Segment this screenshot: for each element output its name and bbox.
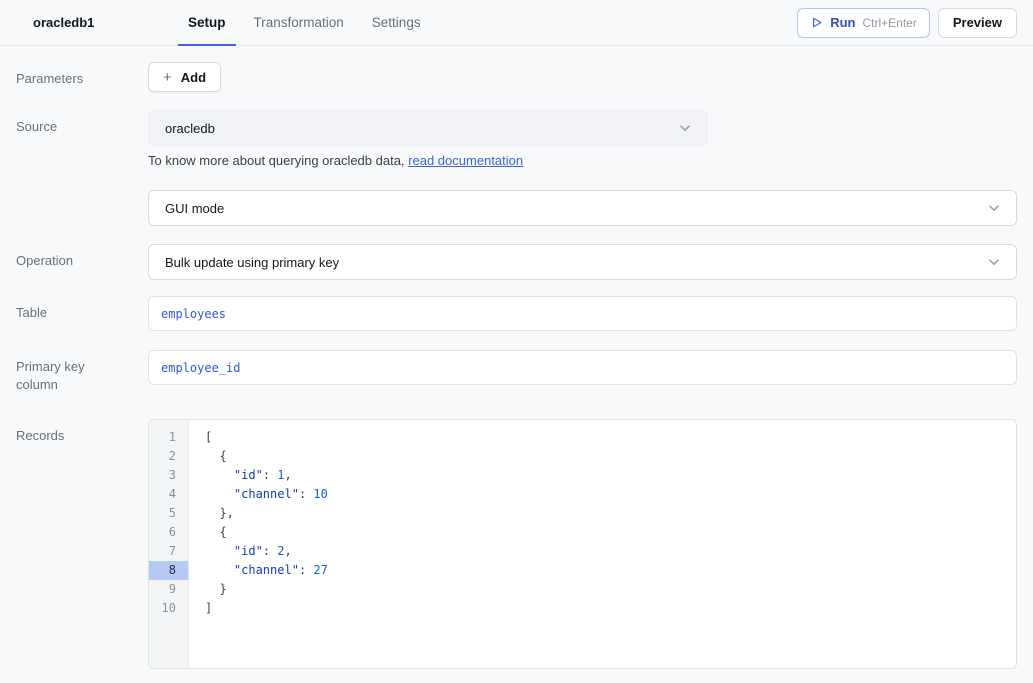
line-number: 9 (149, 580, 188, 599)
preview-button[interactable]: Preview (938, 8, 1017, 38)
tab-settings[interactable]: Settings (362, 0, 431, 45)
run-button[interactable]: Run Ctrl+Enter (797, 8, 930, 38)
helper-text: To know more about querying oracledb dat… (148, 153, 408, 168)
code-line[interactable]: { (205, 447, 1016, 466)
source-select[interactable]: oracledb (148, 110, 708, 146)
play-icon (810, 16, 823, 29)
primary-key-input[interactable] (148, 350, 1017, 385)
records-label: Records (16, 419, 116, 445)
chevron-down-icon (986, 254, 1002, 270)
setup-panel: Parameters + Add Source oracledb To know… (0, 46, 1033, 683)
add-parameter-button[interactable]: + Add (148, 62, 221, 92)
line-number: 10 (149, 599, 188, 618)
code-line[interactable]: "channel": 10 (205, 485, 1016, 504)
topbar: oracledb1 SetupTransformationSettings Ru… (0, 0, 1033, 46)
code-line[interactable]: }, (205, 504, 1016, 523)
code-line[interactable]: { (205, 523, 1016, 542)
read-documentation-link[interactable]: read documentation (408, 153, 523, 168)
editor-gutter: 12345678910 (149, 420, 189, 668)
code-line[interactable]: "id": 1, (205, 466, 1016, 485)
table-input[interactable] (148, 296, 1017, 331)
mode-selected-value: GUI mode (165, 201, 224, 216)
table-label: Table (16, 296, 116, 322)
source-row: Source oracledb To know more about query… (16, 110, 1017, 168)
header-actions: Run Ctrl+Enter Preview (797, 0, 1017, 45)
operation-label: Operation (16, 244, 116, 270)
line-number: 3 (149, 466, 188, 485)
plus-icon: + (163, 70, 172, 85)
line-number: 6 (149, 523, 188, 542)
code-line[interactable]: } (205, 580, 1016, 599)
line-number: 8 (149, 561, 188, 580)
tabs: SetupTransformationSettings (178, 0, 431, 45)
source-label: Source (16, 110, 116, 136)
source-helper-text: To know more about querying oracledb dat… (148, 153, 1017, 168)
run-label: Run (830, 15, 855, 30)
chevron-down-icon (986, 200, 1002, 216)
line-number: 7 (149, 542, 188, 561)
primary-key-row: Primary key column (16, 350, 1017, 394)
mode-label-spacer (16, 190, 116, 198)
primary-key-label: Primary key column (16, 350, 116, 394)
line-number: 4 (149, 485, 188, 504)
line-number: 5 (149, 504, 188, 523)
mode-row: GUI mode (16, 190, 1017, 226)
query-editor: oracledb1 SetupTransformationSettings Ru… (0, 0, 1033, 683)
run-shortcut: Ctrl+Enter (862, 16, 916, 30)
tab-transformation[interactable]: Transformation (244, 0, 354, 45)
code-line[interactable]: "id": 2, (205, 542, 1016, 561)
mode-select[interactable]: GUI mode (148, 190, 1017, 226)
code-line[interactable]: ] (205, 599, 1016, 618)
table-row: Table (16, 296, 1017, 331)
tab-setup[interactable]: Setup (178, 0, 236, 45)
parameters-label: Parameters (16, 62, 116, 88)
code-line[interactable]: "channel": 27 (205, 561, 1016, 580)
records-row: Records 12345678910 [ { "id": 1, "channe… (16, 419, 1017, 669)
code-line[interactable]: [ (205, 428, 1016, 447)
source-selected-value: oracledb (165, 121, 215, 136)
operation-select[interactable]: Bulk update using primary key (148, 244, 1017, 280)
operation-row: Operation Bulk update using primary key (16, 244, 1017, 280)
chevron-down-icon (677, 120, 693, 136)
operation-selected-value: Bulk update using primary key (165, 255, 339, 270)
parameters-row: Parameters + Add (16, 62, 1017, 92)
line-number: 1 (149, 428, 188, 447)
editor-code[interactable]: [ { "id": 1, "channel": 10 }, { "id": 2,… (189, 420, 1016, 668)
add-label: Add (181, 70, 206, 85)
records-editor: 12345678910 [ { "id": 1, "channel": 10 }… (148, 419, 1017, 669)
line-number: 2 (149, 447, 188, 466)
query-title: oracledb1 (33, 0, 178, 45)
